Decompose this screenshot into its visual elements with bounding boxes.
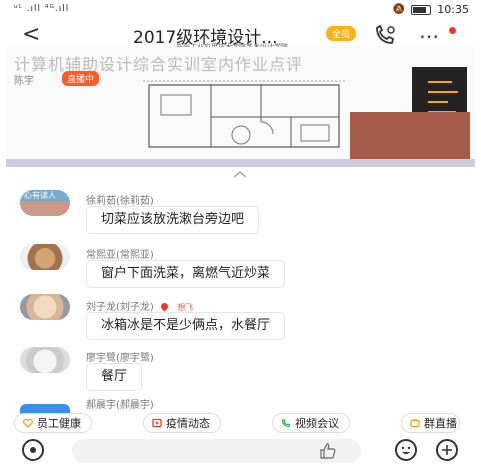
message-bubble[interactable]: 窗户下面洗菜，离燃气近炒菜 [86, 260, 286, 288]
avatar-label: 心有读人 [24, 191, 56, 200]
presenter-taskbar [6, 159, 475, 167]
status-right: 🔕 10:35 [393, 3, 469, 16]
shortcut-label: 群直播 [424, 417, 457, 430]
call-icon[interactable] [373, 24, 397, 46]
back-button[interactable]: < [22, 22, 40, 47]
shortcut-label: 员工健康 [37, 417, 81, 430]
message-bubble[interactable]: 餐厅 [86, 363, 143, 391]
collapse-chevron-icon[interactable] [232, 170, 248, 178]
voice-icon [30, 447, 36, 453]
mute-icon: 🔕 [392, 4, 406, 15]
live-title: 计算机辅助设计综合实训室内作业点评 [14, 55, 304, 74]
live-status-badge: 直播中 [62, 71, 100, 86]
presenter-camera-thumbnail[interactable] [350, 112, 470, 162]
message-input[interactable] [72, 439, 361, 463]
shortcut-label: 疫情动态 [166, 417, 210, 430]
live-tv-icon [410, 418, 420, 428]
sender-name: 廖宇鹭(廖宇鹭) [86, 353, 154, 364]
shared-screen: 计算机辅助设计综合实训室内作业点评 陈宇 直播中 [6, 47, 475, 162]
clock: 10:35 [437, 3, 469, 16]
sender-name: 徐莉茹(徐莉茹) [86, 196, 154, 207]
sender-name: 郝晨宇(郝晨宇) [86, 400, 154, 411]
shortcut-video-meeting[interactable]: 视频会议 [272, 413, 350, 433]
video-call-icon [281, 418, 291, 428]
heart-icon [23, 418, 33, 428]
status-bar: ᵘᴸ .ıll ⁴ᴳ.ıll 🔕 10:35 [0, 0, 481, 20]
member-tag: 想飞 [177, 303, 194, 312]
battery-icon [411, 4, 432, 15]
sender-name: 刘子龙(刘子龙) 想飞 [86, 298, 193, 313]
signal-indicator: ᵘᴸ .ıll ⁴ᴳ.ıll [14, 4, 70, 14]
message-input-bar [0, 435, 481, 467]
thumbs-up-icon[interactable] [319, 442, 337, 460]
shortcut-group-live[interactable]: 群直播 [401, 413, 460, 433]
shortcut-bar: 员工健康 疫情动态 视频会议 群直播 [0, 413, 481, 435]
notification-dot [449, 27, 456, 34]
flower-icon [159, 301, 170, 312]
presenter-name: 陈宇 [14, 76, 34, 87]
sender-name: 常熙亚(常熙亚) [86, 250, 154, 261]
shortcut-epidemic-news[interactable]: 疫情动态 [143, 413, 221, 433]
shield-icon [152, 418, 162, 428]
more-actions-button[interactable] [436, 439, 458, 461]
shortcut-staff-health[interactable]: 员工健康 [14, 413, 92, 433]
message-bubble[interactable]: 切菜应该放洗漱台旁边吧 [86, 206, 260, 234]
shortcut-label: 视频会议 [295, 417, 339, 430]
voice-input-button[interactable] [22, 439, 44, 461]
avatar[interactable]: 心有读人 [20, 190, 70, 216]
floor-plan-drawing [143, 80, 347, 148]
plus-icon [442, 445, 452, 455]
live-video-panel[interactable]: 计算机辅助设计综合实训室内作业点评 陈宇 直播中 [6, 47, 475, 167]
emoji-icon [401, 446, 411, 454]
avatar[interactable] [20, 294, 70, 320]
more-options-icon[interactable]: ⋯ [419, 24, 439, 48]
avatar[interactable] [20, 347, 70, 373]
group-badge: 全员 [326, 26, 357, 41]
emoji-button[interactable] [395, 439, 417, 461]
avatar[interactable] [20, 244, 70, 270]
message-bubble[interactable]: 冰箱冰是不是少俩点，水餐厅 [86, 312, 286, 340]
